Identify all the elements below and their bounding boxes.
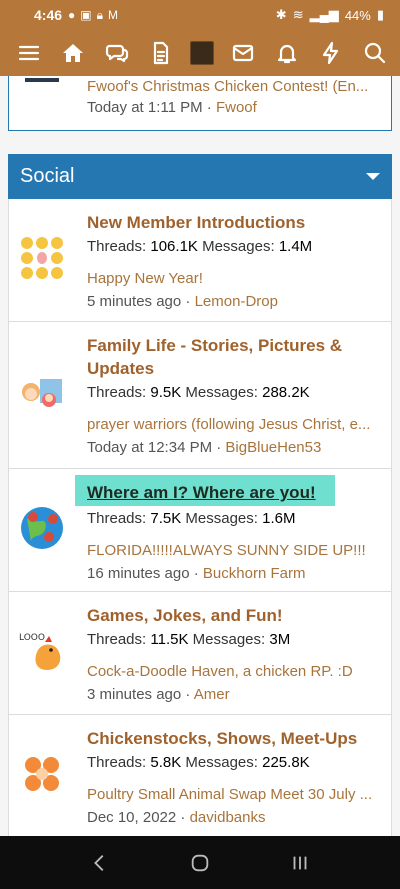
messages-count: 225.8K xyxy=(262,754,310,771)
latest-thread-link[interactable]: Happy New Year! xyxy=(87,269,381,289)
latest-thread-link[interactable]: Fwoof's Christmas Chicken Contest! (En..… xyxy=(87,78,383,95)
forum-title[interactable]: New Member Introductions xyxy=(87,211,381,234)
notification-icons: ● ▣ 🔒︎ M xyxy=(68,8,118,23)
messages-label: Messages: xyxy=(185,384,258,401)
forum-title[interactable]: Family Life - Stories, Pictures & Update… xyxy=(87,334,381,380)
forum-stats: Threads: 7.5K Messages: 1.6M xyxy=(87,509,381,529)
bell-icon[interactable] xyxy=(272,38,302,68)
rooster-crow-icon: LOOO xyxy=(19,633,61,670)
chat-icon[interactable] xyxy=(102,38,132,68)
top-nav xyxy=(0,30,400,76)
forum-stats: Threads: 5.8K Messages: 225.8K xyxy=(87,753,381,773)
previous-forum-card[interactable]: Fwoof's Christmas Chicken Contest! (En..… xyxy=(8,76,392,131)
latest-thread-link[interactable]: FLORIDA!!!!!ALWAYS SUNNY SIDE UP!!! xyxy=(87,541,381,561)
battery-percent: 44% xyxy=(344,7,371,23)
forum-list: New Member Introductions Threads: 106.1K… xyxy=(8,199,392,836)
latest-time: Today at 1:11 PM xyxy=(87,99,203,116)
forum-node-family-life[interactable]: Family Life - Stories, Pictures & Update… xyxy=(9,322,391,469)
home-circle-icon[interactable] xyxy=(188,851,212,875)
latest-meta: Dec 10, 2022 · davidbanks xyxy=(87,809,266,826)
status-bar: 4:46 ● ▣ 🔒︎ M ✱ ≋ ▂▄▆ 44% ▮ xyxy=(0,0,400,30)
chickens-meetup-icon xyxy=(25,757,59,791)
status-right: ✱ ≋ ▂▄▆ 44% ▮ xyxy=(276,7,384,23)
forum-node-new-member-introductions[interactable]: New Member Introductions Threads: 106.1K… xyxy=(9,199,391,322)
messages-count: 1.6M xyxy=(262,510,296,527)
status-time: 4:46 xyxy=(34,7,63,23)
threads-count: 11.5K xyxy=(150,631,189,648)
avatar[interactable] xyxy=(190,41,214,65)
chevron-down-icon[interactable] xyxy=(366,173,380,180)
forum-node-chickenstocks[interactable]: Chickenstocks, Shows, Meet-Ups Threads: … xyxy=(9,715,391,836)
latest-time: 16 minutes ago xyxy=(87,565,190,582)
forum-node-where-am-i[interactable]: Where am I? Where are you! Threads: 7.5K… xyxy=(9,469,391,592)
document-icon[interactable] xyxy=(146,38,176,68)
threads-label: Threads: xyxy=(87,384,147,401)
chick-grid-icon xyxy=(21,237,63,279)
latest-time: Today at 12:34 PM xyxy=(87,439,213,456)
home-icon[interactable] xyxy=(58,38,88,68)
latest-time: 5 minutes ago xyxy=(87,293,182,310)
messages-count: 1.4M xyxy=(278,238,313,255)
lock-icon: 🔒︎ xyxy=(96,7,104,22)
latest-time: Dec 10, 2022 xyxy=(87,809,177,826)
latest-user[interactable]: Buckhorn Farm xyxy=(203,565,306,582)
messages-label: Messages: xyxy=(185,510,258,527)
recents-icon[interactable] xyxy=(288,851,312,875)
latest-meta: 16 minutes ago · Buckhorn Farm xyxy=(87,565,306,582)
threads-count: 9.5K xyxy=(150,384,182,401)
outlook-icon: ▣ xyxy=(80,7,92,22)
latest-user[interactable]: Lemon-Drop xyxy=(195,293,278,310)
latest-meta: Today at 1:11 PM · Fwoof xyxy=(87,99,257,116)
menu-icon[interactable] xyxy=(14,38,44,68)
forum-content: Fwoof's Christmas Chicken Contest! (En..… xyxy=(0,76,400,836)
latest-thread-link[interactable]: Poultry Small Animal Swap Meet 30 July .… xyxy=(87,785,381,805)
forum-title[interactable]: Chickenstocks, Shows, Meet-Ups xyxy=(87,727,381,750)
section-title: Social xyxy=(20,165,75,187)
bluetooth-icon: ✱ xyxy=(275,7,287,22)
latest-thread-link[interactable]: Cock-a-Doodle Haven, a chicken RP. :D xyxy=(87,662,381,682)
messages-label: Messages: xyxy=(192,631,266,648)
latest-meta: Today at 12:34 PM · BigBlueHen53 xyxy=(87,439,322,456)
wifi-icon: ≋ xyxy=(292,7,304,22)
forum-stats: Threads: 11.5K Messages: 3M xyxy=(87,630,381,650)
bolt-icon[interactable] xyxy=(316,38,346,68)
system-nav-bar xyxy=(0,836,400,889)
threads-label: Threads: xyxy=(87,754,147,771)
forum-stats: Threads: 9.5K Messages: 288.2K xyxy=(87,383,381,403)
threads-count: 106.1K xyxy=(150,238,198,255)
computer-icon xyxy=(25,78,59,82)
forum-title[interactable]: Games, Jokes, and Fun! xyxy=(87,604,381,627)
latest-user[interactable]: BigBlueHen53 xyxy=(225,439,321,456)
threads-label: Threads: xyxy=(87,238,147,255)
search-icon[interactable] xyxy=(360,38,390,68)
messages-count: 288.2K xyxy=(262,384,310,401)
battery-icon: ▮ xyxy=(376,7,384,22)
threads-count: 5.8K xyxy=(150,754,182,771)
signal-icon: ▂▄▆ xyxy=(309,7,339,22)
threads-label: Threads: xyxy=(87,631,147,648)
globe-chickens-icon xyxy=(21,507,63,549)
account-icon: ● xyxy=(68,7,76,22)
gmail-icon: M xyxy=(108,7,119,22)
latest-meta: 5 minutes ago · Lemon-Drop xyxy=(87,293,278,310)
forum-stats: Threads: 106.1K Messages: 1.4M xyxy=(87,237,381,257)
messages-count: 3M xyxy=(269,631,291,648)
forum-title[interactable]: Where am I? Where are you! xyxy=(75,475,335,506)
latest-user[interactable]: Fwoof xyxy=(216,99,257,116)
latest-meta: 3 minutes ago · Amer xyxy=(87,686,230,703)
inbox-icon[interactable] xyxy=(228,38,258,68)
latest-user[interactable]: davidbanks xyxy=(190,809,266,826)
messages-label: Messages: xyxy=(202,238,275,255)
family-photo-icon xyxy=(22,377,64,407)
latest-user[interactable]: Amer xyxy=(194,686,230,703)
svg-text:LOOO: LOOO xyxy=(19,633,45,643)
latest-thread-link[interactable]: prayer warriors (following Jesus Christ,… xyxy=(87,415,381,435)
messages-label: Messages: xyxy=(185,754,258,771)
threads-label: Threads: xyxy=(87,510,147,527)
latest-time: 3 minutes ago xyxy=(87,686,182,703)
forum-node-games-jokes-fun[interactable]: LOOO Games, Jokes, and Fun! Threads: 11.… xyxy=(9,592,391,715)
section-header-social[interactable]: Social xyxy=(8,154,392,199)
threads-count: 7.5K xyxy=(150,510,182,527)
back-icon[interactable] xyxy=(88,851,112,875)
